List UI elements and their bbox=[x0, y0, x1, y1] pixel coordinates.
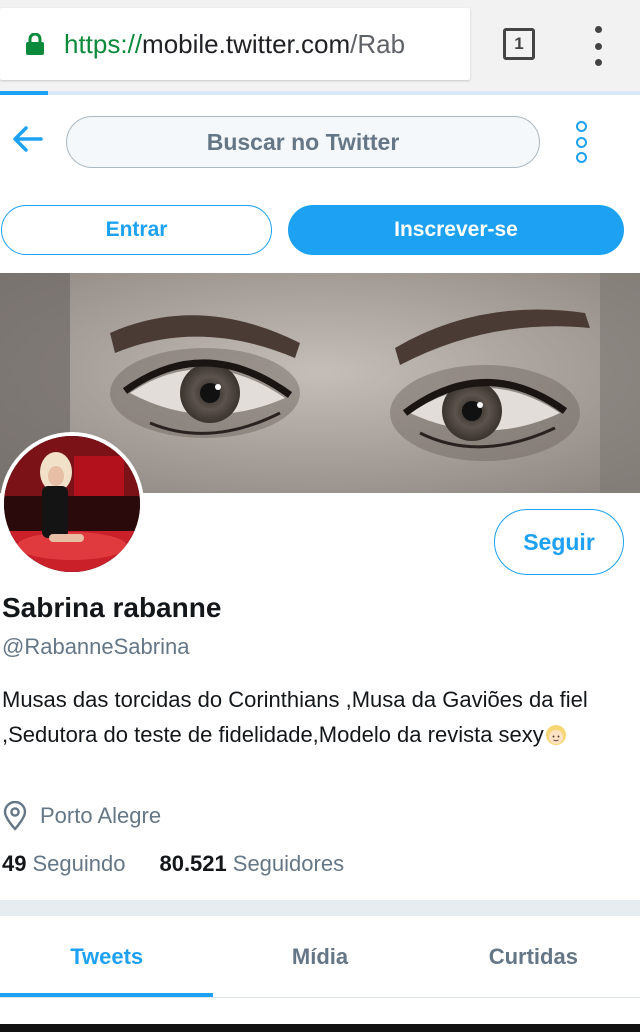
login-button[interactable]: Entrar bbox=[1, 205, 272, 255]
arrow-left-icon[interactable] bbox=[8, 119, 48, 159]
tab-switcher-button[interactable]: 1 bbox=[503, 28, 535, 60]
lock-icon bbox=[26, 33, 44, 55]
search-input[interactable]: Buscar no Twitter bbox=[66, 116, 540, 168]
bottom-edge bbox=[0, 1024, 640, 1032]
tab-likes[interactable]: Curtidas bbox=[427, 916, 640, 997]
following-label: Seguindo bbox=[32, 851, 126, 876]
url-path: /Rab bbox=[350, 28, 406, 59]
browser-toolbar: https://mobile.twitter.com/Rab 1 bbox=[0, 0, 640, 95]
profile-bio-text: Musas das torcidas do Corinthians ,Musa … bbox=[2, 687, 588, 747]
followers-stat[interactable]: 80.521 Seguidores bbox=[159, 851, 344, 877]
signup-button[interactable]: Inscrever-se bbox=[288, 205, 624, 255]
profile-location: Porto Alegre bbox=[2, 801, 161, 831]
profile-handle[interactable]: @RabanneSabrina bbox=[2, 634, 189, 660]
url-text: https://mobile.twitter.com/Rab bbox=[64, 29, 405, 60]
url-host: mobile.twitter.com bbox=[142, 28, 351, 59]
vertical-dots-icon[interactable] bbox=[590, 26, 606, 66]
profile-stats: 49 Seguindo 80.521 Seguidores bbox=[2, 851, 378, 877]
tab-tweets[interactable]: Tweets bbox=[0, 916, 214, 997]
tab-media[interactable]: Mídia bbox=[213, 916, 426, 997]
following-count: 49 bbox=[2, 851, 27, 876]
blond-person-emoji bbox=[545, 725, 566, 745]
vertical-circles-icon[interactable] bbox=[572, 121, 590, 163]
section-divider bbox=[0, 900, 640, 916]
profile-bio: Musas das torcidas do Corinthians ,Musa … bbox=[2, 682, 632, 752]
url-scheme: https:// bbox=[64, 28, 143, 59]
following-stat[interactable]: 49 Seguindo bbox=[2, 851, 125, 877]
twitter-header: Buscar no Twitter Entrar Inscrever-se bbox=[0, 95, 640, 273]
location-pin-icon bbox=[3, 801, 27, 831]
followers-label: Seguidores bbox=[232, 851, 345, 876]
profile-avatar[interactable] bbox=[0, 432, 144, 576]
profile-location-text: Porto Alegre bbox=[40, 803, 162, 828]
address-bar[interactable]: https://mobile.twitter.com/Rab bbox=[0, 8, 470, 80]
profile-display-name: Sabrina rabanne bbox=[2, 592, 222, 623]
profile-tabs: Tweets Mídia Curtidas bbox=[0, 916, 640, 998]
follow-button[interactable]: Seguir bbox=[494, 509, 624, 575]
followers-count: 80.521 bbox=[159, 851, 227, 876]
